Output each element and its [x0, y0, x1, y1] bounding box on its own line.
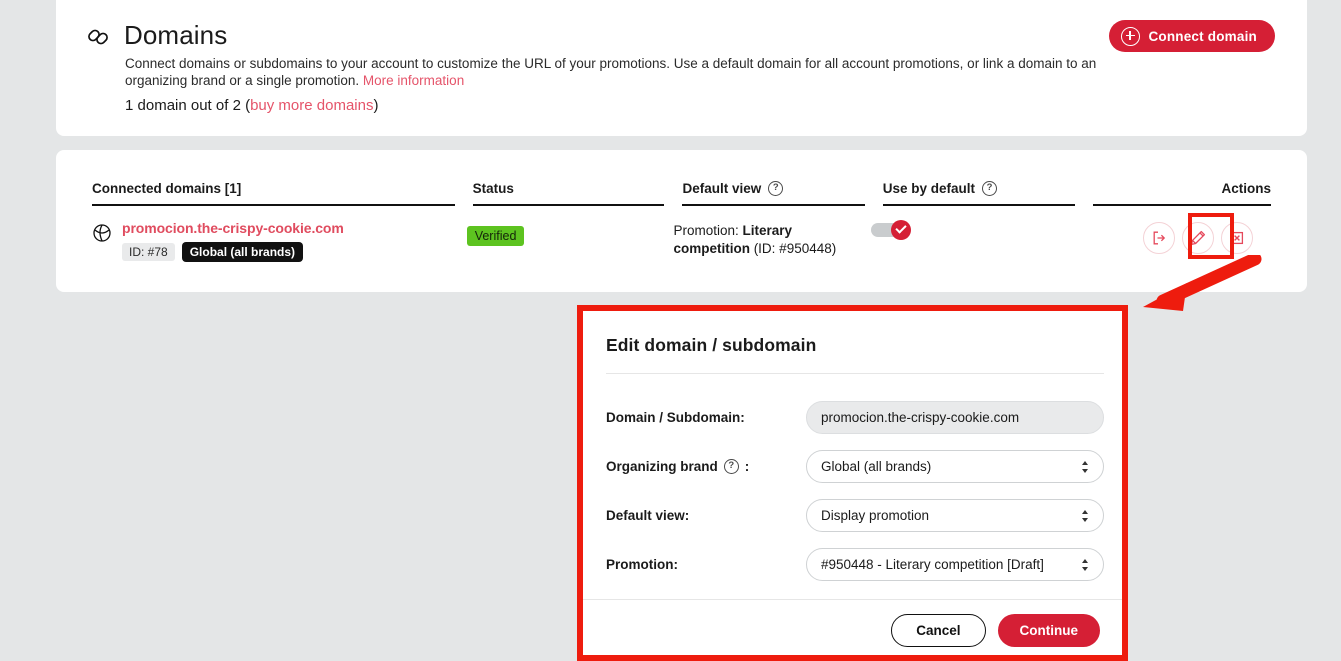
promotion-value: #950448 - Literary competition [Draft]	[821, 557, 1044, 572]
cancel-button[interactable]: Cancel	[891, 614, 986, 647]
column-header-default-view: Default view ?	[682, 181, 865, 206]
edit-domain-modal: Edit domain / subdomain Domain / Subdoma…	[577, 305, 1128, 661]
default-view-value: Display promotion	[821, 508, 930, 523]
plus-circle-icon	[1121, 26, 1141, 46]
modal-title-divider	[606, 373, 1104, 374]
edit-action-highlight-box	[1188, 213, 1234, 259]
chevron-updown-icon	[1081, 460, 1089, 473]
default-view-suffix: (ID: #950448)	[749, 241, 837, 256]
form-row-organizing-brand: Organizing brand ? : Global (all brands)	[606, 442, 1104, 491]
annotation-arrow-icon	[1105, 252, 1285, 315]
buy-more-domains-link[interactable]: buy more domains	[250, 97, 373, 114]
domain-count-prefix: 1 domain out of 2 (	[125, 97, 251, 114]
link-icon	[80, 19, 116, 55]
continue-button[interactable]: Continue	[997, 614, 1100, 647]
page-description-text: Connect domains or subdomains to your ac…	[125, 56, 1097, 88]
default-view-label: Default view:	[606, 508, 690, 523]
column-header-actions: Actions	[1092, 181, 1272, 206]
status-badge: Verified	[466, 226, 525, 246]
organizing-brand-label-colon: :	[744, 459, 750, 474]
chevron-updown-icon	[1081, 509, 1089, 522]
toggle-knob-check-icon	[890, 220, 911, 240]
help-icon[interactable]: ?	[723, 459, 739, 474]
modal-body: Domain / Subdomain: Organizing brand ? :…	[606, 393, 1104, 589]
column-label: Actions	[1221, 181, 1272, 196]
promotion-label: Promotion:	[606, 557, 678, 572]
table-header-row: Connected domains [1] Status Default vie…	[92, 150, 1272, 206]
connect-domain-button[interactable]: Connect domain	[1109, 20, 1275, 52]
domain-input[interactable]	[806, 401, 1104, 434]
column-label: Connected domains [1]	[92, 181, 242, 196]
domain-badges: ID: #78 Global (all brands)	[122, 242, 344, 262]
page-description: Connect domains or subdomains to your ac…	[125, 56, 1100, 89]
page-title: Domains	[124, 20, 228, 50]
column-header-use-by-default: Use by default ?	[882, 181, 1075, 206]
domain-link[interactable]: promocion.the-crispy-cookie.com	[122, 220, 344, 236]
chevron-updown-icon	[1081, 558, 1089, 571]
table-row: promocion.the-crispy-cookie.com ID: #78 …	[92, 206, 1271, 262]
column-header-connected-domains: Connected domains [1]	[92, 181, 455, 206]
domain-count: 1 domain out of 2 (buy more domains)	[125, 97, 378, 114]
cell-domain: promocion.the-crispy-cookie.com ID: #78 …	[92, 220, 449, 262]
column-label: Use by default	[882, 181, 976, 196]
modal-footer-divider	[583, 599, 1122, 600]
column-header-status: Status	[472, 181, 665, 206]
open-domain-action[interactable]	[1142, 222, 1175, 254]
help-icon[interactable]: ?	[982, 181, 998, 196]
organizing-brand-label: Organizing brand ? :	[606, 459, 806, 474]
external-link-icon	[1153, 231, 1166, 245]
organizing-brand-label-text: Organizing brand	[606, 459, 718, 474]
organizing-brand-select[interactable]: Global (all brands)	[806, 450, 1104, 483]
connect-domain-label: Connect domain	[1148, 28, 1257, 44]
form-row-promotion: Promotion: #950448 - Literary competitio…	[606, 540, 1104, 589]
domain-id-badge: ID: #78	[122, 243, 175, 261]
form-row-default-view: Default view: Display promotion	[606, 491, 1104, 540]
cell-status: Verified	[466, 220, 656, 246]
promotion-select[interactable]: #950448 - Literary competition [Draft]	[806, 548, 1104, 581]
modal-title: Edit domain / subdomain	[606, 335, 817, 355]
cell-default-view: Promotion: Literary competition (ID: #95…	[673, 222, 852, 258]
domain-brand-badge: Global (all brands)	[181, 242, 304, 262]
form-row-domain: Domain / Subdomain:	[606, 393, 1104, 442]
default-view-select[interactable]: Display promotion	[806, 499, 1104, 532]
modal-footer: Cancel Continue	[891, 614, 1100, 647]
column-label: Default view	[682, 181, 762, 196]
more-information-link[interactable]: More information	[363, 73, 464, 88]
domain-count-suffix: )	[373, 97, 379, 114]
organizing-brand-value: Global (all brands)	[821, 459, 932, 474]
help-icon[interactable]: ?	[768, 181, 784, 196]
default-view-prefix: Promotion:	[673, 223, 743, 238]
column-label: Status	[472, 181, 514, 196]
domain-input-label: Domain / Subdomain:	[606, 410, 745, 425]
domains-header-card: Domains Connect domains or subdomains to…	[56, 0, 1307, 136]
globe-icon	[92, 223, 112, 243]
